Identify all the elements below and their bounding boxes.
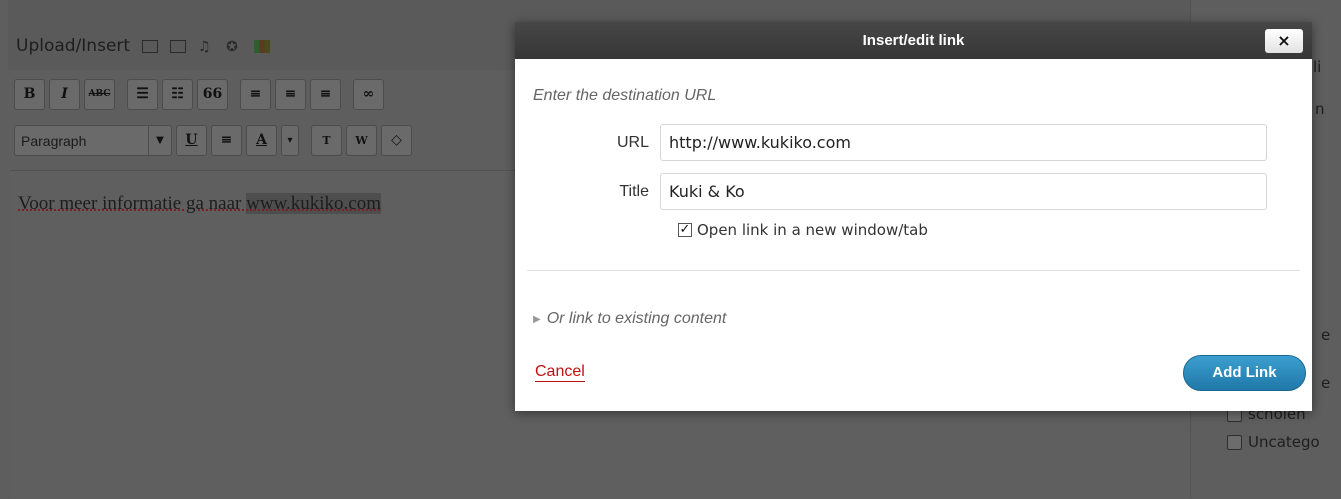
category-checkbox[interactable] <box>1227 434 1242 450</box>
upload-insert-row: Upload/Insert ♫ ✪ <box>16 36 271 56</box>
editor-toolbar-primary: B I ABC ☰ ☷ 66 ≡ ≡ ≡ ∞ <box>14 79 384 110</box>
numbered-list-button[interactable]: ☷ <box>162 79 193 110</box>
add-link-button[interactable]: Add Link <box>1183 355 1306 391</box>
close-icon: × <box>1277 31 1291 50</box>
sidebar-fragment: e <box>1321 374 1331 392</box>
image-icon[interactable] <box>142 39 159 53</box>
url-input[interactable] <box>660 124 1267 161</box>
title-input[interactable] <box>660 173 1267 210</box>
sidebar-fragment: n <box>1315 100 1325 118</box>
sidebar-fragment: e <box>1321 326 1331 344</box>
color-icon[interactable] <box>254 39 271 53</box>
align-center-button[interactable]: ≡ <box>275 79 306 110</box>
dialog-divider <box>527 270 1300 271</box>
url-label: URL <box>616 133 649 151</box>
existing-content-toggle[interactable]: ▶ Or link to existing content <box>533 310 726 328</box>
triangle-right-icon: ▶ <box>533 313 541 325</box>
chevron-down-icon: ▼ <box>148 126 171 155</box>
title-label: Title <box>619 182 649 200</box>
category-label: Uncatego <box>1248 433 1320 451</box>
content-selected-link[interactable]: www.kukiko.com <box>246 193 382 214</box>
underline-button[interactable]: U <box>176 125 207 156</box>
content-paragraph: Voor meer informatie ga naar www.kukiko.… <box>18 193 382 215</box>
sidebar-fragment: li <box>1313 58 1322 76</box>
paste-word-button[interactable]: W <box>346 125 377 156</box>
dialog-title: Insert/edit link <box>862 32 965 49</box>
bold-button[interactable]: B <box>14 79 45 110</box>
new-window-label: Open link in a new window/tab <box>697 221 928 239</box>
strikethrough-button[interactable]: ABC <box>84 79 115 110</box>
format-select-value: Paragraph <box>21 132 87 149</box>
dialog-titlebar[interactable]: Insert/edit link × <box>515 22 1312 59</box>
cancel-link[interactable]: Cancel <box>535 363 585 382</box>
dialog-intro-text: Enter the destination URL <box>533 87 717 104</box>
new-window-option[interactable]: ✓ Open link in a new window/tab <box>678 221 928 239</box>
new-window-checkbox[interactable]: ✓ <box>678 223 692 237</box>
bullet-list-button[interactable]: ☰ <box>127 79 158 110</box>
editor-toolbar-secondary: Paragraph ▼ U ≡ A ▾ T W ◇ <box>14 125 412 156</box>
text-color-button[interactable]: A <box>246 125 277 156</box>
format-select[interactable]: Paragraph ▼ <box>14 125 172 156</box>
url-row: URL <box>515 124 1312 161</box>
existing-content-label: Or link to existing content <box>546 310 727 327</box>
category-item[interactable]: Uncatego <box>1227 433 1320 451</box>
media-icon[interactable]: ✪ <box>226 40 242 54</box>
insert-link-button[interactable]: ∞ <box>353 79 384 110</box>
audio-icon[interactable]: ♫ <box>198 40 214 54</box>
blockquote-button[interactable]: 66 <box>197 79 228 110</box>
align-right-button[interactable]: ≡ <box>310 79 341 110</box>
content-text: Voor meer informatie ga naar <box>18 193 247 214</box>
close-button[interactable]: × <box>1265 29 1303 53</box>
clear-formatting-button[interactable]: ◇ <box>381 125 412 156</box>
italic-button[interactable]: I <box>49 79 80 110</box>
justify-button[interactable]: ≡ <box>211 125 242 156</box>
text-color-arrow-button[interactable]: ▾ <box>281 125 299 156</box>
title-row: Title <box>515 173 1312 210</box>
gallery-icon[interactable] <box>170 39 187 53</box>
align-left-button[interactable]: ≡ <box>240 79 271 110</box>
paste-text-button[interactable]: T <box>311 125 342 156</box>
upload-insert-label: Upload/Insert <box>16 36 131 56</box>
category-list: scholen Uncatego <box>1227 405 1320 461</box>
insert-link-dialog: Insert/edit link × Enter the destination… <box>515 22 1312 411</box>
